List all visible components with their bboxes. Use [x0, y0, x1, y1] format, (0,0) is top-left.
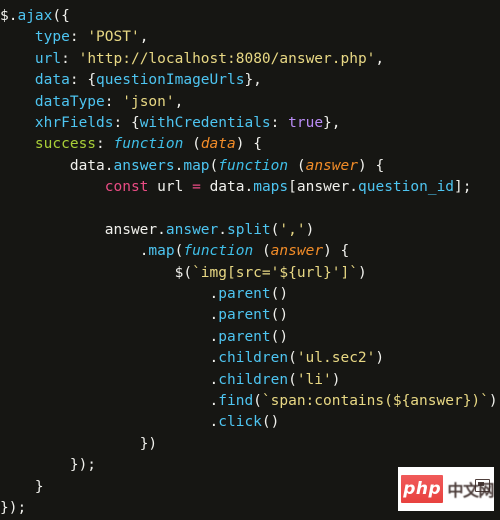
- code-line-20: .click(): [209, 414, 280, 431]
- code-block: $.ajax({ type: 'POST', url: 'http://loca…: [0, 0, 498, 519]
- code-line-9: const url = data.maps[answer.question_id…: [104, 179, 472, 196]
- code-line-11: answer.answer.split(','): [104, 221, 315, 238]
- code-line-6: xhrFields: {withCredentials: true},: [34, 114, 341, 131]
- code-line-15: .parent(): [209, 307, 289, 324]
- code-line-19: .find(`span:contains(${answer})`): [209, 393, 498, 410]
- code-line-5: dataType: 'json',: [34, 93, 184, 110]
- code-line-4: data: {questionImageUrls},: [34, 72, 262, 89]
- code-line-12: .map(function (answer) {: [139, 243, 350, 260]
- php-logo-tile: php: [401, 475, 444, 503]
- code-screenshot: $.ajax({ type: 'POST', url: 'http://loca…: [0, 0, 500, 520]
- php-watermark: php 中文网: [398, 467, 494, 511]
- code-line-7: success: function (data) {: [34, 136, 262, 153]
- php-logo-text: php: [403, 478, 442, 499]
- code-line-16: .parent(): [209, 328, 289, 345]
- code-line-2: type: 'POST',: [34, 29, 149, 46]
- monitor-icon: [475, 479, 490, 492]
- code-line-1: $.ajax({: [0, 8, 70, 24]
- code-line-21: }): [139, 435, 158, 452]
- code-line-14: .parent(): [209, 286, 289, 303]
- code-line-18: .children('li'): [209, 371, 341, 388]
- code-line-3: url: 'http://localhost:8080/answer.php',: [34, 50, 385, 67]
- code-line-8: data.answers.map(function (answer) {: [69, 157, 385, 174]
- code-line-13: $(`img[src='${url}']`): [174, 264, 367, 281]
- code-line-17: .children('ul.sec2'): [209, 350, 385, 367]
